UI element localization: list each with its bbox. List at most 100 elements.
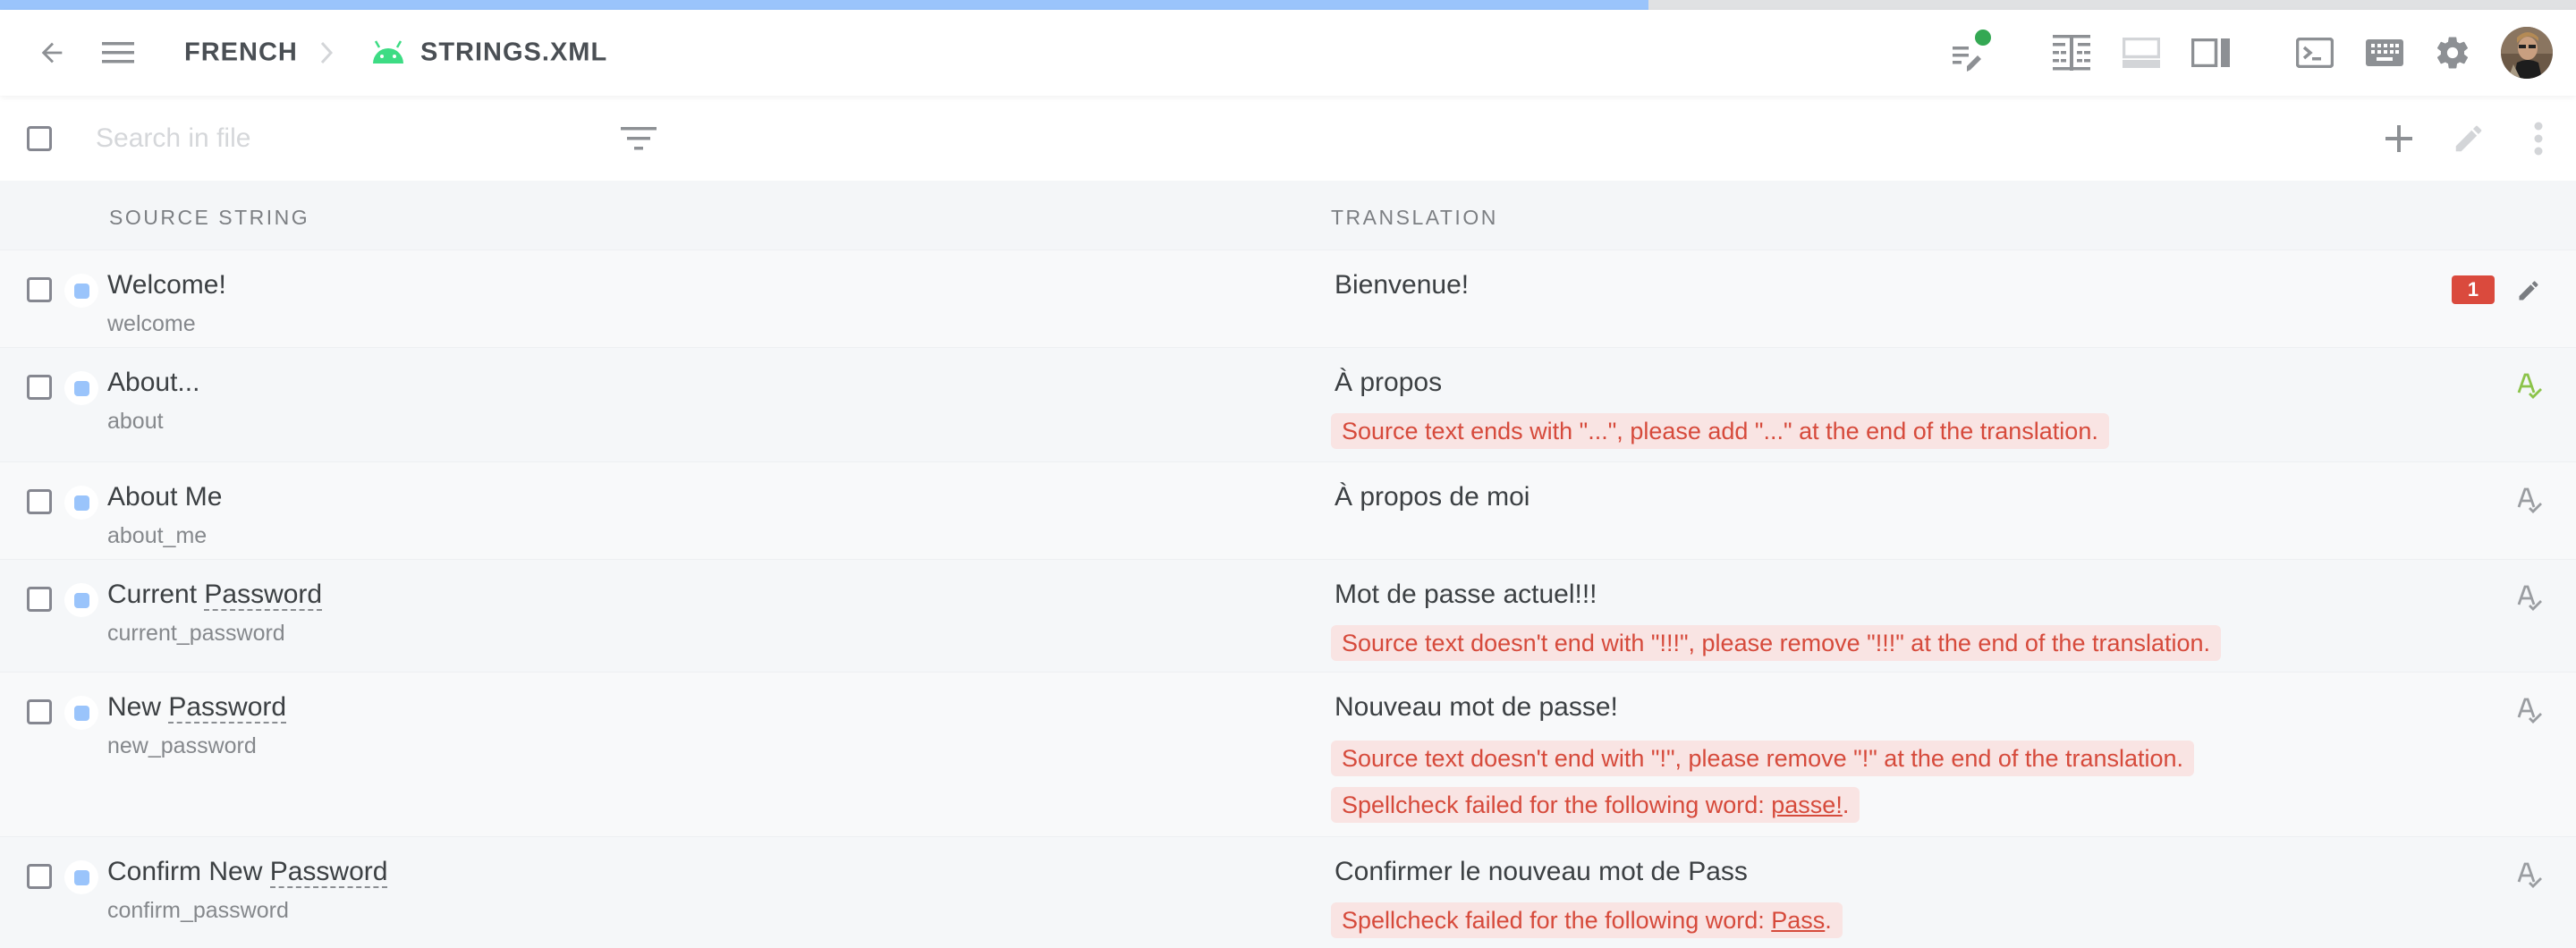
translation-text[interactable]: Nouveau mot de passe! <box>1335 692 1618 723</box>
breadcrumb-file[interactable]: STRINGS.XML <box>420 38 607 68</box>
source-string[interactable]: About... <box>107 368 199 398</box>
source-text: New <box>107 692 169 722</box>
error-text: Source text doesn't end with "!!!", plea… <box>1342 630 2211 656</box>
string-key: about <box>107 409 164 434</box>
string-row[interactable]: About... about À propos Source text ends wi… <box>0 347 2576 461</box>
proofread-mode-icon <box>1953 30 1991 72</box>
issues-count-badge[interactable]: 1 <box>2452 275 2495 304</box>
source-text: Confirm New <box>107 857 270 886</box>
status-indicator <box>64 583 98 617</box>
translation-text[interactable]: Mot de passe actuel!!! <box>1335 580 1597 610</box>
top-header: FRENCH STRINGS.XML <box>0 10 2576 96</box>
error-suffix: . <box>1825 907 1832 934</box>
settings-gear-icon <box>2436 37 2469 69</box>
string-row[interactable]: New Password new_password Nouveau mot de p… <box>0 672 2576 836</box>
add-string-button[interactable] <box>2379 117 2419 160</box>
filter-button[interactable] <box>617 121 660 157</box>
spellcheck-button[interactable] <box>2515 694 2546 730</box>
string-key: current_password <box>107 621 285 646</box>
android-icon <box>370 38 406 67</box>
keyboard-shortcuts-button[interactable] <box>2363 31 2406 74</box>
loading-progress-bar <box>0 0 2576 10</box>
translation-text[interactable]: Confirmer le nouveau mot de Pass <box>1335 857 1748 887</box>
breadcrumb-language[interactable]: FRENCH <box>184 38 298 68</box>
string-row[interactable]: Current Password current_password Mot de p… <box>0 559 2576 672</box>
column-translation: TRANSLATION <box>1331 206 1498 229</box>
spellcheck-icon <box>2517 373 2542 399</box>
spellcheck-icon <box>2517 862 2542 888</box>
untranslated-dot <box>73 283 89 299</box>
spellcheck-button[interactable] <box>2515 484 2546 520</box>
string-row[interactable]: About Me about_me À propos de moi <box>0 461 2576 559</box>
row-checkbox[interactable] <box>27 277 52 302</box>
untranslated-dot <box>73 869 89 885</box>
side-by-side-view-button[interactable] <box>2050 31 2093 74</box>
untranslated-dot <box>73 495 89 511</box>
terminal-button[interactable] <box>2293 31 2336 74</box>
keyboard-shortcuts-icon <box>2366 39 2403 66</box>
column-source: SOURCE STRING <box>109 206 310 229</box>
translation-text[interactable]: À propos de moi <box>1335 482 1530 512</box>
settings-button[interactable] <box>2431 31 2474 74</box>
source-string[interactable]: Current Password <box>107 580 323 611</box>
spellcheck-icon <box>2517 698 2542 724</box>
user-avatar[interactable] <box>2501 27 2553 79</box>
translation-text[interactable]: Bienvenue! <box>1335 270 1469 300</box>
translation-text[interactable]: À propos <box>1335 368 1442 398</box>
select-all-checkbox[interactable] <box>27 126 52 151</box>
bulk-edit-button[interactable] <box>2449 117 2488 160</box>
string-row[interactable]: Confirm New Password confirm_password Conf… <box>0 836 2576 948</box>
search-input[interactable] <box>96 117 597 160</box>
untranslated-dot <box>73 592 89 608</box>
source-string[interactable]: Confirm New Password <box>107 857 388 888</box>
glossary-term[interactable]: Password <box>168 692 287 724</box>
avatar-image <box>2501 27 2553 79</box>
chevron-right-icon <box>317 40 336 65</box>
spellcheck-button[interactable] <box>2515 369 2546 405</box>
row-checkbox[interactable] <box>27 489 52 514</box>
glossary-term[interactable]: Password <box>204 580 323 611</box>
string-row[interactable]: Welcome! welcome Bienvenue! 1 <box>0 250 2576 347</box>
spellcheck-icon <box>2517 585 2542 611</box>
edit-translation-button[interactable] <box>2513 275 2544 306</box>
glossary-term[interactable]: Password <box>269 857 388 888</box>
string-key: about_me <box>107 523 208 548</box>
row-checkbox[interactable] <box>27 699 52 724</box>
spellcheck-icon <box>2517 487 2542 513</box>
untranslated-dot <box>73 705 89 721</box>
more-options-button[interactable] <box>2521 117 2556 160</box>
error-text: Source text ends with "...", please add … <box>1342 418 2098 444</box>
menu-button[interactable] <box>97 31 140 74</box>
qa-error-message: Source text doesn't end with "!", please… <box>1331 741 2195 776</box>
row-checkbox[interactable] <box>27 864 52 889</box>
source-string[interactable]: New Password <box>107 692 287 724</box>
source-text: About Me <box>107 482 223 512</box>
terminal-icon <box>2296 38 2334 68</box>
status-dot <box>1975 30 1991 46</box>
hamburger-menu-icon <box>102 42 134 63</box>
filter-icon <box>621 127 657 150</box>
qa-error-message: Source text ends with "...", please add … <box>1331 413 2109 449</box>
qa-error-message: Source text doesn't end with "!!!", plea… <box>1331 625 2222 661</box>
error-suffix: . <box>1842 791 1850 818</box>
bottom-panel-button[interactable] <box>2120 31 2163 74</box>
string-key: confirm_password <box>107 898 289 923</box>
row-checkbox[interactable] <box>27 375 52 400</box>
source-string[interactable]: About Me <box>107 482 222 512</box>
error-text: Spellcheck failed for the following word… <box>1342 907 1772 934</box>
spellcheck-button[interactable] <box>2515 859 2546 894</box>
string-key: welcome <box>107 311 196 336</box>
proofread-mode-button[interactable] <box>1946 26 1996 80</box>
misspelled-word: Pass <box>1771 907 1826 934</box>
source-text: Current <box>107 580 205 609</box>
more-vert-icon <box>2534 122 2543 156</box>
row-checkbox[interactable] <box>27 587 52 612</box>
source-string[interactable]: Welcome! <box>107 270 226 300</box>
status-indicator <box>64 274 98 308</box>
right-panel-button[interactable] <box>2190 31 2233 74</box>
back-button[interactable] <box>30 31 73 74</box>
untranslated-dot <box>73 380 89 396</box>
add-icon <box>2385 125 2412 152</box>
side-by-side-view-icon <box>2053 35 2090 71</box>
spellcheck-button[interactable] <box>2515 581 2546 617</box>
